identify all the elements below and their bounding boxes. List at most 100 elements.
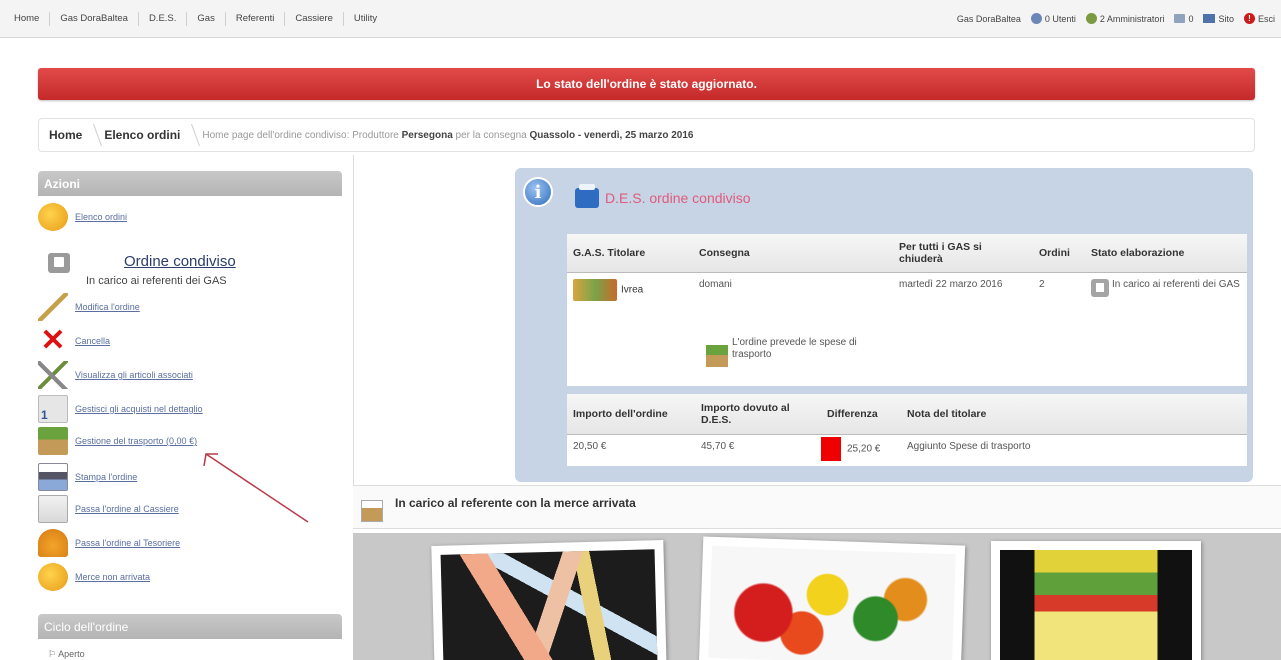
product-photo-fruit[interactable] <box>698 536 966 660</box>
documents-icon <box>38 495 68 523</box>
mail-icon <box>1174 14 1186 23</box>
action-elenco-ordini[interactable]: Elenco ordini <box>38 203 127 231</box>
annotation-arrow <box>203 453 309 523</box>
exit-label: Esci <box>1257 13 1275 24</box>
action-cancella-link[interactable]: Cancella <box>75 336 110 346</box>
mail-count: 0 <box>1188 13 1194 24</box>
back-arrow-icon <box>38 563 68 591</box>
differenza-value: 25,20 € <box>847 443 881 455</box>
col-stato: Stato elaborazione <box>1085 234 1247 273</box>
calculator-icon: 1 <box>38 395 68 423</box>
action-elenco-link[interactable]: Elenco ordini <box>75 212 127 222</box>
cell-consegna: domani <box>699 278 732 290</box>
menu-gas[interactable]: Gas <box>187 11 226 26</box>
action-cancella[interactable]: ✕ Cancella <box>38 324 110 357</box>
menu-gas-dorabaltea[interactable]: Gas DoraBaltea <box>50 11 139 26</box>
transport-note-text: L'ordine prevede le spese di trasporto <box>732 337 857 360</box>
action-stampa-link[interactable]: Stampa l'ordine <box>75 472 137 482</box>
box-icon <box>361 500 383 522</box>
user-bar-gas[interactable]: Gas DoraBaltea <box>957 14 1021 24</box>
top-menu-bar: Home Gas DoraBaltea D.E.S. Gas Referenti… <box>0 0 1281 38</box>
breadcrumb-produttore: Persegona <box>401 129 453 141</box>
action-trasporto-link[interactable]: Gestione del trasporto (0,00 €) <box>75 436 197 446</box>
des-title: D.E.S. ordine condiviso <box>575 184 751 208</box>
breadcrumb-prefix: Home page dell'ordine condiviso: Produtt… <box>202 129 399 141</box>
order-state-block <box>38 253 77 273</box>
action-merce[interactable]: Merce non arrivata <box>38 563 150 591</box>
main-content: i D.E.S. ordine condiviso G.A.S. Titolar… <box>353 155 1281 660</box>
menu-referenti[interactable]: Referenti <box>226 11 286 26</box>
sidebar-title: Azioni <box>38 171 342 196</box>
box-icon <box>38 427 68 455</box>
product-photo-market[interactable] <box>991 541 1201 660</box>
cycle-item-label: Aperto <box>58 649 85 659</box>
action-tesoriere[interactable]: Passa l'ordine al Tesoriere <box>38 529 180 557</box>
order-subtitle: In carico ai referenti dei GAS <box>86 275 227 287</box>
order-title[interactable]: Ordine condiviso <box>124 253 236 270</box>
lock-icon <box>48 253 70 273</box>
delete-x-icon: ✕ <box>40 324 66 357</box>
col-chiusura: Per tutti i GAS si chiuderà <box>893 234 1033 273</box>
col-nota: Nota del titolare <box>901 394 1247 435</box>
action-visualizza-link[interactable]: Visualizza gli articoli associati <box>75 370 193 380</box>
info-icon: i <box>523 177 553 207</box>
user-bar-mail[interactable]: 0 <box>1174 14 1193 24</box>
back-arrow-icon <box>38 203 68 231</box>
col-differenza: Differenza <box>821 394 901 435</box>
col-gas-titolare: G.A.S. Titolare <box>567 234 693 273</box>
menu-des[interactable]: D.E.S. <box>139 11 188 26</box>
cell-differenza: 25,20 € <box>821 434 901 463</box>
col-dovuto: Importo dovuto al D.E.S. <box>695 394 821 435</box>
cell-nota: Aggiunto Spese di trasporto <box>907 440 1031 452</box>
market-toy-image <box>1000 550 1192 660</box>
fruit-image <box>708 545 956 660</box>
user-icon <box>1030 13 1042 24</box>
cell-chiusura: martedì 22 marzo 2016 <box>899 278 1003 290</box>
breadcrumb-current: Home page dell'ordine condiviso: Produtt… <box>202 130 693 141</box>
gas-name: Ivrea <box>621 284 644 295</box>
breadcrumb-home[interactable]: Home <box>49 128 94 142</box>
des-title-text: D.E.S. ordine condiviso <box>605 190 751 206</box>
box-icon <box>575 184 599 208</box>
admin-label: 2 Amministratori <box>1099 13 1165 24</box>
cell-importo: 20,50 € <box>573 440 607 452</box>
user-bar-exit[interactable]: ! Esci <box>1243 13 1275 24</box>
action-tesoriere-link[interactable]: Passa l'ordine al Tesoriere <box>75 538 180 548</box>
cycle-item-aperto: ⚐ Aperto <box>48 649 85 659</box>
forward-arrow-icon <box>38 529 68 557</box>
action-modifica[interactable]: Modifica l'ordine <box>38 293 140 321</box>
action-visualizza[interactable]: Visualizza gli articoli associati <box>38 361 193 389</box>
breadcrumb-elenco-ordini[interactable]: Elenco ordini <box>104 128 192 142</box>
action-modifica-link[interactable]: Modifica l'ordine <box>75 302 140 312</box>
action-stampa[interactable]: Stampa l'ordine <box>38 463 137 491</box>
action-merce-link[interactable]: Merce non arrivata <box>75 572 150 582</box>
menu-home[interactable]: Home <box>14 11 51 26</box>
sidebar-actions: Azioni Elenco ordini Ordine condiviso In… <box>38 171 342 659</box>
user-bar-utenti[interactable]: 0 Utenti <box>1030 13 1076 24</box>
product-photo-chalk[interactable] <box>431 539 667 660</box>
user-bar-site[interactable]: Sito <box>1203 14 1234 24</box>
action-trasporto[interactable]: Gestione del trasporto (0,00 €) <box>38 427 197 455</box>
action-cassiere[interactable]: Passa l'ordine al Cassiere <box>38 495 179 523</box>
tools-icon <box>38 361 68 389</box>
user-bar-admin[interactable]: 2 Amministratori <box>1085 13 1165 24</box>
exit-icon: ! <box>1243 13 1255 24</box>
cell-ordini: 2 <box>1039 278 1045 290</box>
lock-icon <box>1091 278 1109 297</box>
des-gas-table: G.A.S. Titolare Consegna Per tutti i GAS… <box>567 234 1247 386</box>
col-ordini: Ordini <box>1033 234 1085 273</box>
admin-icon <box>1085 13 1097 24</box>
menu-utility[interactable]: Utility <box>344 12 387 26</box>
action-cassiere-link[interactable]: Passa l'ordine al Cassiere <box>75 504 179 514</box>
action-gestisci[interactable]: 1 Gestisci gli acquisti nel dettaglio <box>38 395 203 423</box>
printer-icon <box>38 463 68 491</box>
sidebar-cycle-title: Ciclo dell'ordine <box>38 614 342 639</box>
product-gallery <box>353 533 1281 660</box>
action-gestisci-link[interactable]: Gestisci gli acquisti nel dettaglio <box>75 404 203 414</box>
col-importo: Importo dell'ordine <box>567 394 695 435</box>
breadcrumb: Home Elenco ordini Home page dell'ordine… <box>38 118 1255 152</box>
menu-cassiere[interactable]: Cassiere <box>285 11 344 26</box>
chalk-image <box>440 549 658 660</box>
utenti-label: 0 Utenti <box>1044 13 1076 24</box>
status-alert: Lo stato dell'ordine è stato aggiornato. <box>38 68 1255 100</box>
